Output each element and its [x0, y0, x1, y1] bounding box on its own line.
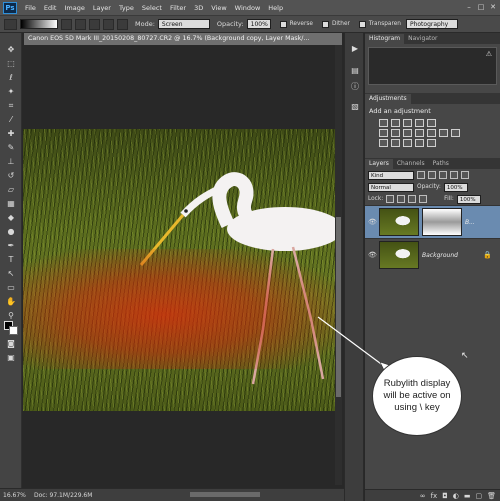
callout-bubble: Rubylith display will be active on using…: [372, 356, 462, 436]
mouse-cursor-icon: ↖: [461, 351, 469, 361]
